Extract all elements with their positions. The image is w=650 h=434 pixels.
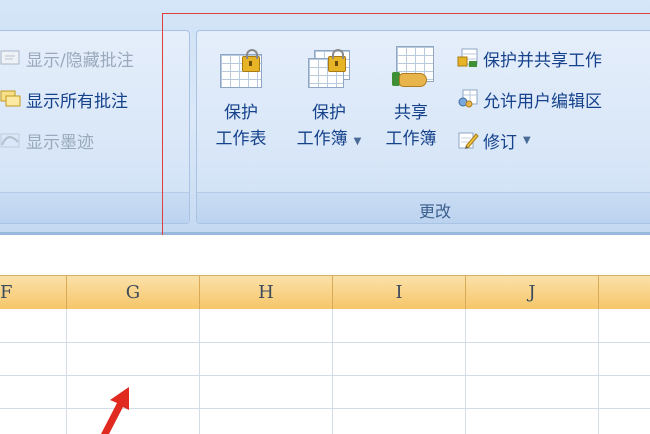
share-workbook-icon [388, 42, 434, 94]
comment-toggle-icon [0, 48, 22, 68]
column-label-j: J [528, 282, 536, 303]
protect-sheet-button[interactable]: 保护 工作表 [208, 42, 274, 152]
protect-share-icon [457, 48, 479, 68]
protect-workbook-label-line2: 工作簿 ▼ [286, 126, 372, 155]
red-arrow-icon [101, 387, 129, 434]
column-header-h[interactable]: H [200, 276, 333, 309]
allow-edit-ranges-button[interactable]: 允许用户编辑区 [457, 87, 602, 112]
ink-icon [0, 130, 22, 150]
show-hide-comment-button[interactable]: 显示/隐藏批注 [0, 46, 134, 71]
column-header-row: F G H I J [0, 275, 650, 310]
changes-group-label: 更改 [419, 202, 452, 221]
share-workbook-label-line1: 共享 [394, 103, 428, 123]
ribbon: 显示/隐藏批注 显示所有批注 显示墨迹 更改 保护 工作表 保护 工作簿 ▼ 共… [0, 0, 650, 235]
column-header-g[interactable]: G [67, 276, 200, 309]
show-ink-label: 显示墨迹 [26, 132, 94, 153]
column-label-g: G [125, 282, 141, 303]
column-label-i: I [395, 282, 403, 303]
show-all-comments-button[interactable]: 显示所有批注 [0, 87, 128, 112]
changes-group-caption: 更改 [197, 192, 650, 223]
protect-workbook-label-line1: 保护 [312, 103, 346, 123]
share-workbook-label-line2: 工作簿 [385, 129, 437, 149]
column-header-i[interactable]: I [333, 276, 466, 309]
column-header-j[interactable]: J [466, 276, 599, 309]
column-label-f: F [0, 282, 13, 303]
chevron-down-icon[interactable]: ▼ [523, 135, 531, 146]
protect-and-share-label: 保护并共享工作 [483, 50, 602, 71]
protect-sheet-label-line1: 保护 [224, 103, 258, 123]
share-workbook-button[interactable]: 共享 工作簿 [378, 42, 444, 152]
protect-workbook-button[interactable]: 保护 工作簿 ▼ [286, 42, 372, 155]
track-changes-label: 修订 [483, 132, 517, 153]
chevron-down-icon[interactable]: ▼ [354, 136, 362, 147]
allow-edit-ranges-label: 允许用户编辑区 [483, 91, 602, 112]
formula-bar-area [0, 235, 650, 275]
comments-icon [0, 89, 22, 109]
track-changes-button[interactable]: 修订 ▼ [457, 128, 531, 153]
column-label-h: H [258, 282, 274, 303]
show-all-comments-label: 显示所有批注 [26, 91, 128, 112]
column-header-f[interactable]: F [0, 276, 67, 309]
show-hide-comment-label: 显示/隐藏批注 [26, 50, 134, 71]
protect-sheet-icon [218, 42, 264, 94]
track-changes-icon [457, 130, 479, 150]
protect-and-share-button[interactable]: 保护并共享工作 [457, 46, 602, 71]
protect-workbook-icon [306, 42, 352, 94]
protect-workbook-label-text: 工作簿 [296, 129, 348, 149]
column-header-k[interactable] [599, 276, 650, 309]
comments-group-caption [0, 192, 189, 223]
allow-edit-ranges-icon [457, 89, 479, 109]
protect-sheet-label-line2: 工作表 [215, 129, 267, 149]
show-ink-button[interactable]: 显示墨迹 [0, 128, 94, 153]
